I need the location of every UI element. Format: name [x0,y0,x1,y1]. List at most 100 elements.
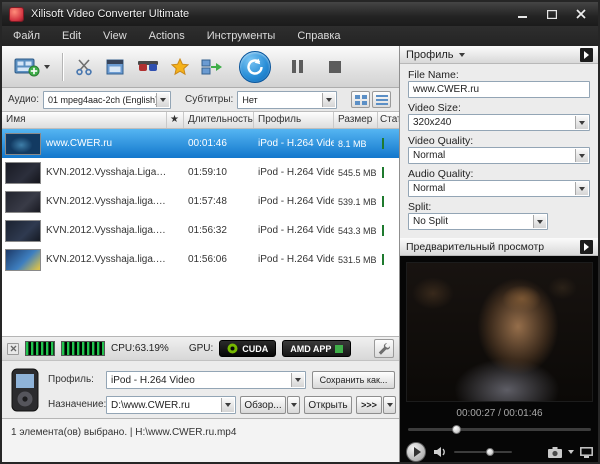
video-quality-select[interactable]: Normal [408,147,590,164]
cpu-meter-graph [25,341,55,356]
play-button[interactable] [406,442,426,462]
file-row[interactable]: KVN.2012.Vysshaja.liga.Tretija.igra.(...… [2,216,399,245]
status-ok-led [382,196,384,207]
destination-select[interactable]: D:\www.CWER.ru [106,396,236,414]
app-icon[interactable] [9,7,24,22]
merge-button[interactable] [195,51,229,83]
crop-button[interactable] [99,51,131,83]
file-name-input[interactable] [408,81,590,98]
playback-controls [400,440,599,464]
status-ok-led [382,254,384,265]
effect-3d-button[interactable] [131,51,165,83]
column-duration[interactable]: Длительность [184,112,254,128]
file-row[interactable]: KVN.2012.Vysshaja.liga.Vtoraja.igra... 0… [2,245,399,274]
subtitles-value: Нет [242,95,257,105]
audio-track-select[interactable]: 01 mpeg4aac-2ch (English) [43,91,171,109]
amd-app-badge[interactable]: AMD APP [282,340,351,357]
menu-item-tools[interactable]: Инструменты [196,26,287,46]
amd-icon [335,345,343,353]
seek-knob[interactable] [452,425,461,434]
audio-label: Аудио: [8,94,39,105]
fullscreen-icon[interactable] [580,447,593,458]
menu-item-edit[interactable]: Edit [51,26,92,46]
seek-groove[interactable] [408,428,591,431]
save-as-button[interactable]: Сохранить как... [312,371,395,389]
video-size-label: Video Size: [408,102,461,114]
thumbnail-view-button[interactable] [351,91,370,108]
output-panel: Профиль: iPod - H.264 Video Сохранить ка… [2,360,399,418]
menu-item-help[interactable]: Справка [286,26,351,46]
column-rating[interactable]: ★ [167,112,184,128]
add-files-button[interactable] [8,51,56,83]
open-button[interactable]: Открыть [304,396,352,414]
file-name-label: File Name: [408,69,459,81]
grid-view-icon [355,95,367,105]
settings-button[interactable] [374,339,394,358]
scissors-icon [75,58,93,76]
hide-meter-button[interactable] [7,343,19,355]
file-list-header: Имя ★ Длительность Профиль Размер Статус [2,112,399,129]
status-bar: 1 элемента(ов) выбрано. | H:\www.CWER.ru… [2,418,399,462]
maximize-button[interactable] [538,6,565,22]
volume-knob[interactable] [486,448,494,456]
collapse-panel-button[interactable] [580,48,593,62]
status-ok-led [382,167,384,178]
minimize-button[interactable] [509,6,536,22]
chevron-down-icon [295,378,301,382]
column-size[interactable]: Размер [334,112,378,128]
column-status[interactable]: Статус [378,112,399,128]
menu-item-actions[interactable]: Actions [138,26,196,46]
more-options-button[interactable] [383,396,396,414]
convert-button[interactable] [239,51,271,83]
subtitles-label: Субтитры: [185,94,233,105]
audio-quality-select[interactable]: Normal [408,180,590,197]
video-size-select[interactable]: 320x240 [408,114,590,131]
menu-item-view[interactable]: View [92,26,138,46]
collapse-preview-button[interactable] [580,240,593,254]
split-select[interactable]: No Split [408,213,548,230]
menu-bar: Файл Edit View Actions Инструменты Справ… [2,26,598,46]
browse-button[interactable]: Обзор... [240,396,286,414]
stop-button[interactable] [324,51,346,83]
effects-button[interactable] [165,51,195,83]
add-file-icon [14,56,40,77]
window-title: Xilisoft Video Converter Ultimate [31,8,189,20]
volume-slider[interactable] [454,448,512,456]
list-view-button[interactable] [372,91,391,108]
profile-select[interactable]: iPod - H.264 Video [106,371,306,389]
seek-slider[interactable] [408,425,591,434]
close-button[interactable] [567,6,594,22]
chevron-down-icon [579,187,585,191]
file-row[interactable]: KVN.2012.Vysshaja.liga.Chetvertaja... 01… [2,187,399,216]
chevron-down-icon [537,220,543,224]
clip-button[interactable] [69,51,99,83]
audio-quality-label: Audio Quality: [408,168,473,180]
profile-label: Профиль: [48,374,94,385]
cpu-usage-text: CPU:63.19% [111,343,169,354]
stop-icon [329,61,341,73]
right-panel: Профиль File Name: Video Size: 320x240 V… [399,46,598,462]
more-actions-button[interactable]: >>> [356,396,382,414]
profile-section-header: Профиль [400,46,599,64]
browse-options-button[interactable] [287,396,300,414]
chevron-down-icon [579,154,585,158]
menu-item-file[interactable]: Файл [2,26,51,46]
subtitles-select[interactable]: Нет [237,91,337,109]
snapshot-camera-icon[interactable] [548,447,562,458]
volume-icon[interactable] [433,446,447,458]
pause-icon [292,60,296,73]
status-ok-led [382,225,384,236]
video-thumbnail [5,191,41,213]
file-row[interactable]: KVN.2012.Vysshaja.Liga.1.4.Finala.I... 0… [2,158,399,187]
column-profile[interactable]: Профиль [254,112,334,128]
chevron-right-icon [584,243,589,251]
column-name[interactable]: Имя [2,112,167,128]
snapshot-options-icon[interactable] [568,450,574,454]
pause-button[interactable] [287,51,308,83]
cuda-badge[interactable]: CUDA [219,340,276,357]
chevron-down-icon [160,98,166,102]
maximize-icon [547,10,557,19]
video-thumbnail [5,162,41,184]
file-row[interactable]: www.CWER.ru 00:01:46 iPod - H.264 Video … [2,129,399,158]
profile-value: iPod - H.264 Video [111,375,195,386]
